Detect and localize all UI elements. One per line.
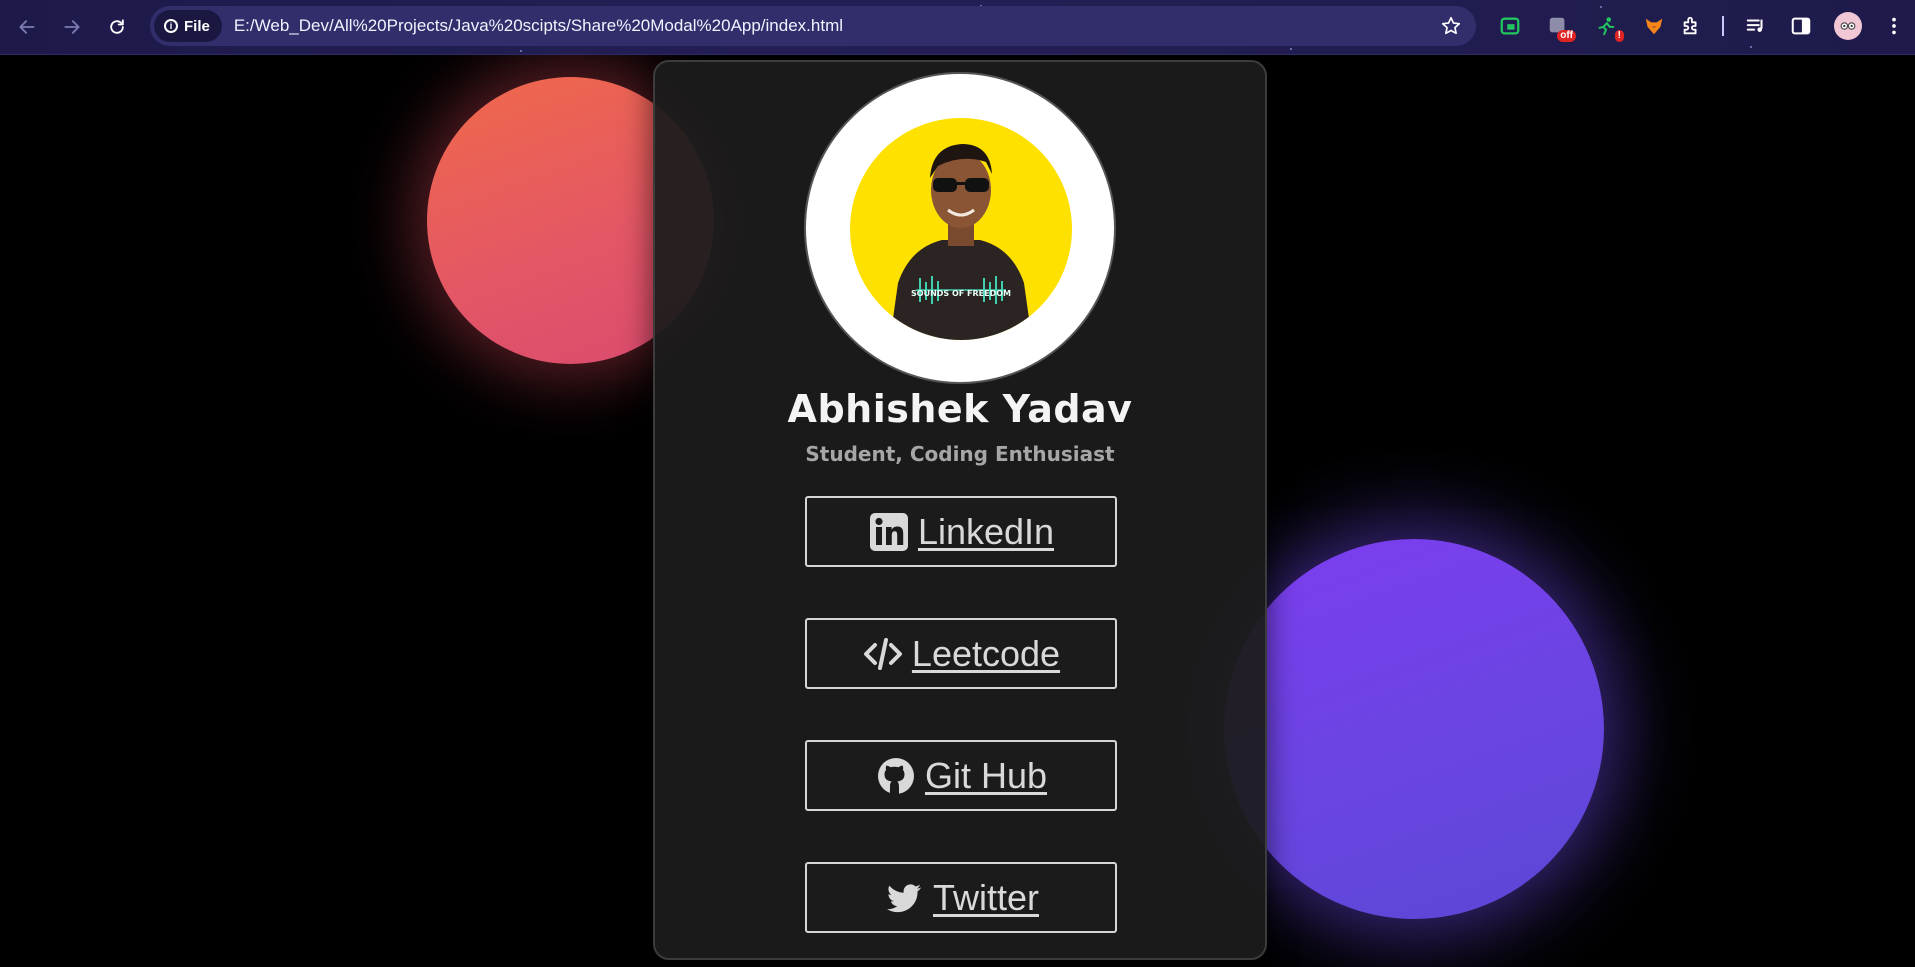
media-control-button[interactable] [1742,12,1770,40]
playlist-icon [1746,19,1763,32]
alert-extension[interactable]: ! [1592,12,1624,42]
address-bar[interactable]: i File E:/Web_Dev/All%20Projects/Java%20… [150,6,1476,46]
extensions-menu-button[interactable] [1677,12,1705,40]
linkedin-label: LinkedIn [917,510,1055,552]
arrow-left-icon [19,20,35,34]
site-info-chip[interactable]: i File [154,10,222,42]
avatar: SOUNDS OF FREEDOM [804,72,1116,384]
linkedin-button[interactable]: LinkedIn [805,496,1117,567]
reload-icon [110,19,124,34]
background-star [1600,6,1602,8]
profile-name: Abhishek Yadav [787,387,1133,431]
side-panel-icon [1791,17,1811,35]
off-badge: off [1557,30,1576,42]
twitter-button[interactable]: Twitter [805,862,1117,933]
arrow-right-icon [64,20,80,34]
site-chip-label: File [184,17,210,35]
green-square-icon [1500,17,1520,35]
browser-toolbar: i File E:/Web_Dev/All%20Projects/Java%20… [0,0,1915,55]
background-star [520,50,522,52]
decorative-purple-circle [1224,539,1604,919]
shirt-text: SOUNDS OF FREEDOM [911,289,1011,298]
profile-tagline: Student, Coding Enthusiast [805,442,1115,466]
leetcode-label: Leetcode [911,632,1061,674]
twitter-icon [883,877,925,919]
forward-button[interactable] [55,10,89,44]
background-star [1290,48,1292,50]
off-extension[interactable]: off [1544,12,1576,42]
leetcode-button[interactable]: Leetcode [805,618,1117,689]
reload-button[interactable] [100,10,134,44]
side-panel-button[interactable] [1787,12,1815,40]
back-button[interactable] [10,10,44,44]
code-brackets-icon [862,633,904,675]
browser-menu-button[interactable] [1880,12,1908,40]
profile-avatar[interactable] [1834,12,1862,40]
green-square-extension[interactable] [1496,12,1524,40]
puzzle-icon [1683,16,1697,35]
bookmark-star-icon[interactable] [1440,15,1462,37]
twitter-label: Twitter [932,876,1039,918]
toolbar-separator [1722,16,1724,36]
profile-photo: SOUNDS OF FREEDOM [850,118,1072,340]
person-portrait-icon: SOUNDS OF FREEDOM [890,144,1032,340]
linkedin-icon [868,511,910,553]
kebab-menu-icon [1892,17,1896,35]
glasses-face-icon [1840,22,1856,30]
github-icon [875,755,917,797]
profile-card: SOUNDS OF FREEDOM Abhishek Yadav Student… [653,60,1267,960]
fox-icon [1645,18,1663,35]
page-viewport: SOUNDS OF FREEDOM Abhishek Yadav Student… [0,55,1915,967]
github-label: Git Hub [924,754,1048,796]
background-star [1750,46,1752,48]
info-icon: i [164,19,178,33]
fox-extension[interactable] [1640,12,1668,40]
running-person-icon [1598,17,1615,36]
alert-badge: ! [1614,30,1624,42]
github-button[interactable]: Git Hub [805,740,1117,811]
url-text[interactable]: E:/Web_Dev/All%20Projects/Java%20scipts/… [234,16,843,36]
